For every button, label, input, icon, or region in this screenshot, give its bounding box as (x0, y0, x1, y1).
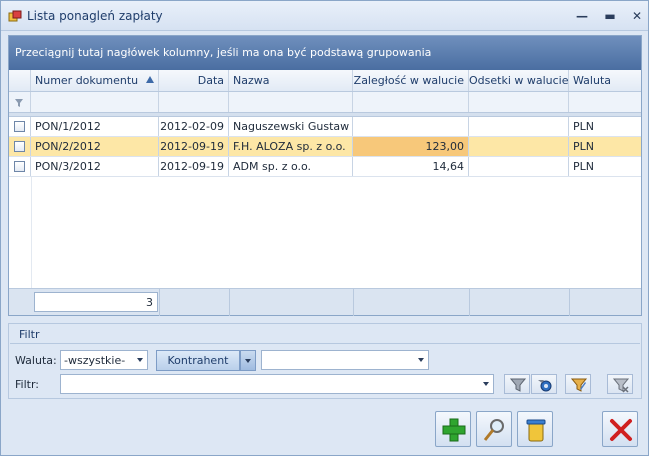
filter-cell-nazwa[interactable] (229, 92, 353, 112)
table-row-selected[interactable]: PON/2/2012 2012-09-19 F.H. ALOZA sp. z o… (9, 137, 641, 157)
title-bar[interactable]: Lista ponagleń zapłaty — ▬ ✕ (1, 1, 648, 31)
cell-waluta: PLN (573, 160, 594, 173)
cell-odsetki (469, 157, 569, 176)
filter-cell-numer[interactable] (31, 92, 159, 112)
filter-settings-icon (538, 380, 552, 392)
filter-panel: Filtr Waluta: -wszystkie- Kontrahent Fil… (8, 323, 642, 399)
cell-zaleglosc (353, 117, 469, 136)
trash-icon (526, 419, 546, 442)
clear-filter-button[interactable] (607, 374, 633, 394)
chevron-down-icon (418, 358, 424, 362)
cell-zaleglosc: 123,00 (353, 137, 469, 156)
filtr-label: Filtr: (15, 378, 39, 391)
window-title: Lista ponagleń zapłaty (27, 9, 163, 23)
cell-data: 2012-09-19 (159, 157, 229, 176)
row-checkbox[interactable] (14, 121, 25, 132)
magnifier-icon (483, 419, 504, 441)
row-checkbox[interactable] (14, 161, 25, 172)
funnel-clear-icon (613, 378, 629, 393)
footer-divider (159, 289, 160, 316)
app-icon (8, 10, 22, 22)
grid-empty-area (9, 177, 641, 288)
cell-odsetki (469, 117, 569, 136)
kontrahent-dropdown-button[interactable] (240, 350, 256, 371)
filter-cell-odsetki[interactable] (469, 92, 569, 112)
column-header-waluta[interactable]: Waluta (569, 70, 641, 91)
chevron-down-icon (245, 359, 251, 363)
filter-cell-waluta[interactable] (569, 92, 641, 112)
row-check-cell[interactable] (9, 157, 31, 176)
close-button[interactable] (602, 411, 638, 447)
funnel-edit-icon (571, 378, 587, 392)
grid-footer: 3 (9, 288, 641, 316)
footer-divider (569, 289, 570, 316)
kontrahent-combo[interactable] (261, 350, 429, 370)
footer-divider (469, 289, 470, 316)
filter-row-icon-cell (9, 92, 31, 112)
filter-options-button[interactable] (531, 374, 557, 394)
waluta-label: Waluta: (15, 354, 57, 367)
delete-button[interactable] (517, 411, 553, 447)
filter-divider (10, 343, 640, 344)
cell-waluta: PLN (573, 120, 594, 133)
advanced-filter-button[interactable] (565, 374, 591, 394)
cell-data: 2012-09-19 (159, 137, 229, 156)
filter-funnel-icon (15, 99, 23, 107)
waluta-combo[interactable]: -wszystkie- (60, 350, 148, 370)
filter-cell-data[interactable] (159, 92, 229, 112)
chevron-down-icon (137, 358, 143, 362)
row-count: 3 (34, 292, 158, 312)
window: Lista ponagleń zapłaty — ▬ ✕ Przeciągnij… (0, 0, 649, 456)
cell-odsetki (469, 137, 569, 156)
sort-ascending-icon (146, 76, 154, 83)
cell-nazwa: Naguszewski Gustaw (229, 117, 353, 136)
kontrahent-button[interactable]: Kontrahent (156, 350, 240, 371)
grid-line (31, 177, 32, 288)
cell-waluta: PLN (573, 140, 594, 153)
column-header-odsetki[interactable]: Odsetki w walucie (469, 70, 569, 91)
grid-header: Numer dokumentu Data Nazwa Zaległość w w… (9, 70, 641, 92)
filter-cell-zaleglosc[interactable] (353, 92, 469, 112)
funnel-icon (510, 378, 526, 392)
footer-divider (353, 289, 354, 316)
filtr-combo[interactable] (60, 374, 494, 394)
footer-divider (229, 289, 230, 316)
cell-data: 2012-02-09 (159, 117, 229, 136)
cell-nazwa: ADM sp. z o.o. (229, 157, 353, 176)
view-button[interactable] (476, 411, 512, 447)
row-check-cell[interactable] (9, 117, 31, 136)
cell-numer: PON/3/2012 (31, 157, 159, 176)
column-header-zaleglosc[interactable]: Zaległość w walucie (353, 70, 469, 91)
row-checkbox[interactable] (14, 141, 25, 152)
cell-zaleglosc: 14,64 (353, 157, 469, 176)
minimize-icon[interactable]: — (573, 7, 591, 25)
close-icon[interactable]: ✕ (628, 7, 646, 25)
maximize-icon[interactable]: ▬ (601, 7, 619, 25)
column-header-data[interactable]: Data (159, 70, 229, 91)
red-x-icon (610, 419, 632, 441)
grid-filter-row (9, 92, 641, 113)
column-header-nazwa[interactable]: Nazwa (229, 70, 353, 91)
header-check-column (9, 70, 31, 91)
apply-filter-button[interactable] (504, 374, 530, 394)
waluta-combo-value: -wszystkie- (64, 354, 126, 367)
filter-section-title: Filtr (19, 328, 40, 341)
documents-grid: Przeciągnij tutaj nagłówek kolumny, jeśl… (8, 35, 642, 316)
table-row[interactable]: PON/3/2012 2012-09-19 ADM sp. z o.o. 14,… (9, 157, 641, 177)
cell-nazwa: F.H. ALOZA sp. z o.o. (229, 137, 353, 156)
table-row[interactable]: PON/1/2012 2012-02-09 Naguszewski Gustaw… (9, 117, 641, 137)
group-by-area[interactable]: Przeciągnij tutaj nagłówek kolumny, jeśl… (9, 36, 641, 70)
row-check-cell[interactable] (9, 137, 31, 156)
chevron-down-icon (483, 382, 489, 386)
cell-numer: PON/1/2012 (31, 117, 159, 136)
add-button[interactable] (435, 411, 471, 447)
plus-icon (442, 418, 466, 442)
column-header-numer[interactable]: Numer dokumentu (31, 70, 159, 91)
cell-numer: PON/2/2012 (31, 137, 159, 156)
column-header-label: Numer dokumentu (35, 74, 139, 87)
